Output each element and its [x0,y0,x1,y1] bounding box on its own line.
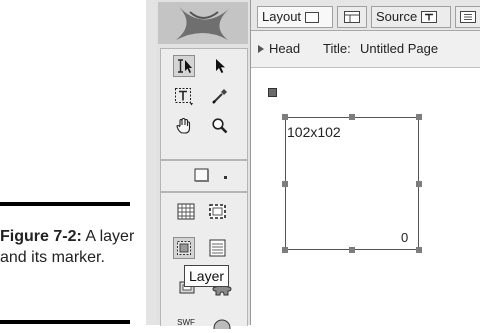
page-title-value[interactable]: Untitled Page [360,41,438,56]
list-box-icon [209,239,226,257]
tab-layout-label: Layout [262,9,302,24]
eyedropper-tool[interactable] [209,85,231,107]
tab-layout[interactable]: Layout [257,6,333,28]
layer-z-index: 0 [401,230,409,245]
resize-handle-left[interactable] [282,181,288,187]
hand-icon [176,117,191,134]
layer-tooltip: Layer [184,265,230,287]
shape-tool[interactable] [191,165,213,187]
tool-palette: SWF Layer [156,0,251,329]
dashed-frame-icon [209,204,226,219]
table-tool[interactable] [175,201,197,223]
insert-tools: SWF [160,192,248,329]
layer-marker[interactable] [268,88,277,97]
media-tool[interactable] [211,311,233,333]
layout-view-icon [305,11,320,23]
eyedropper-icon [212,89,227,104]
dot-icon [224,176,227,179]
figure-label: Figure 7-2: [0,228,82,245]
expand-triangle-icon[interactable] [257,44,265,54]
layer-icon [177,241,191,255]
source-view-icon [421,11,438,23]
figure-caption: Figure 7-2: A layer and its marker. [0,226,138,268]
resize-handle-top[interactable] [349,114,355,120]
resize-handle-bottom[interactable] [349,247,355,253]
resize-handle-top-right[interactable] [416,114,422,120]
split-view-icon [344,11,360,23]
resize-handle-right[interactable] [416,181,422,187]
magnifier-icon [212,118,228,134]
head-bar: Head Title: Untitled Page [251,31,480,68]
resize-handle-bottom-right[interactable] [416,247,422,253]
caption-bottom-rule [0,320,130,324]
resize-handle-bottom-left[interactable] [282,247,288,253]
hand-tool[interactable] [173,115,195,137]
tab-source-label: Source [376,9,418,24]
selection-tools [160,48,248,160]
text-select-tool[interactable] [173,55,195,77]
app-window: SWF Layer Layout Source Head Title: Unti… [146,0,480,329]
app-logo [158,2,248,44]
swf-label: SWF [177,317,195,327]
text-box-icon [175,88,193,106]
text-box-tool[interactable] [173,85,195,107]
layer-tool[interactable] [173,237,195,259]
caption-top-rule [0,202,130,206]
shape-options-tool[interactable] [219,171,233,185]
resize-handle-top-left[interactable] [282,114,288,120]
head-label[interactable]: Head [269,41,300,56]
tab-split[interactable] [337,6,367,28]
title-label: Title: [323,41,351,56]
document-pane: Layout Source Head Title: Untitled Page [251,0,480,325]
list-tool[interactable] [207,237,229,259]
form-box-tool[interactable] [207,201,229,223]
swf-tool[interactable]: SWF [173,311,199,333]
logo-icon [158,2,248,44]
view-tabs: Layout Source [251,0,480,31]
layer-size-label: 102x102 [287,124,341,140]
tab-preview[interactable] [455,6,480,28]
media-disc-icon [213,319,231,329]
rectangle-shape-icon [194,168,209,182]
tab-source[interactable]: Source [371,6,451,28]
table-grid-icon [177,203,195,220]
text-cursor-arrow-icon [178,59,192,73]
preview-view-icon [460,11,476,23]
pointer-tool[interactable] [209,55,231,77]
zoom-tool[interactable] [209,115,231,137]
shape-tools [160,160,248,192]
arrow-pointer-icon [216,59,225,73]
